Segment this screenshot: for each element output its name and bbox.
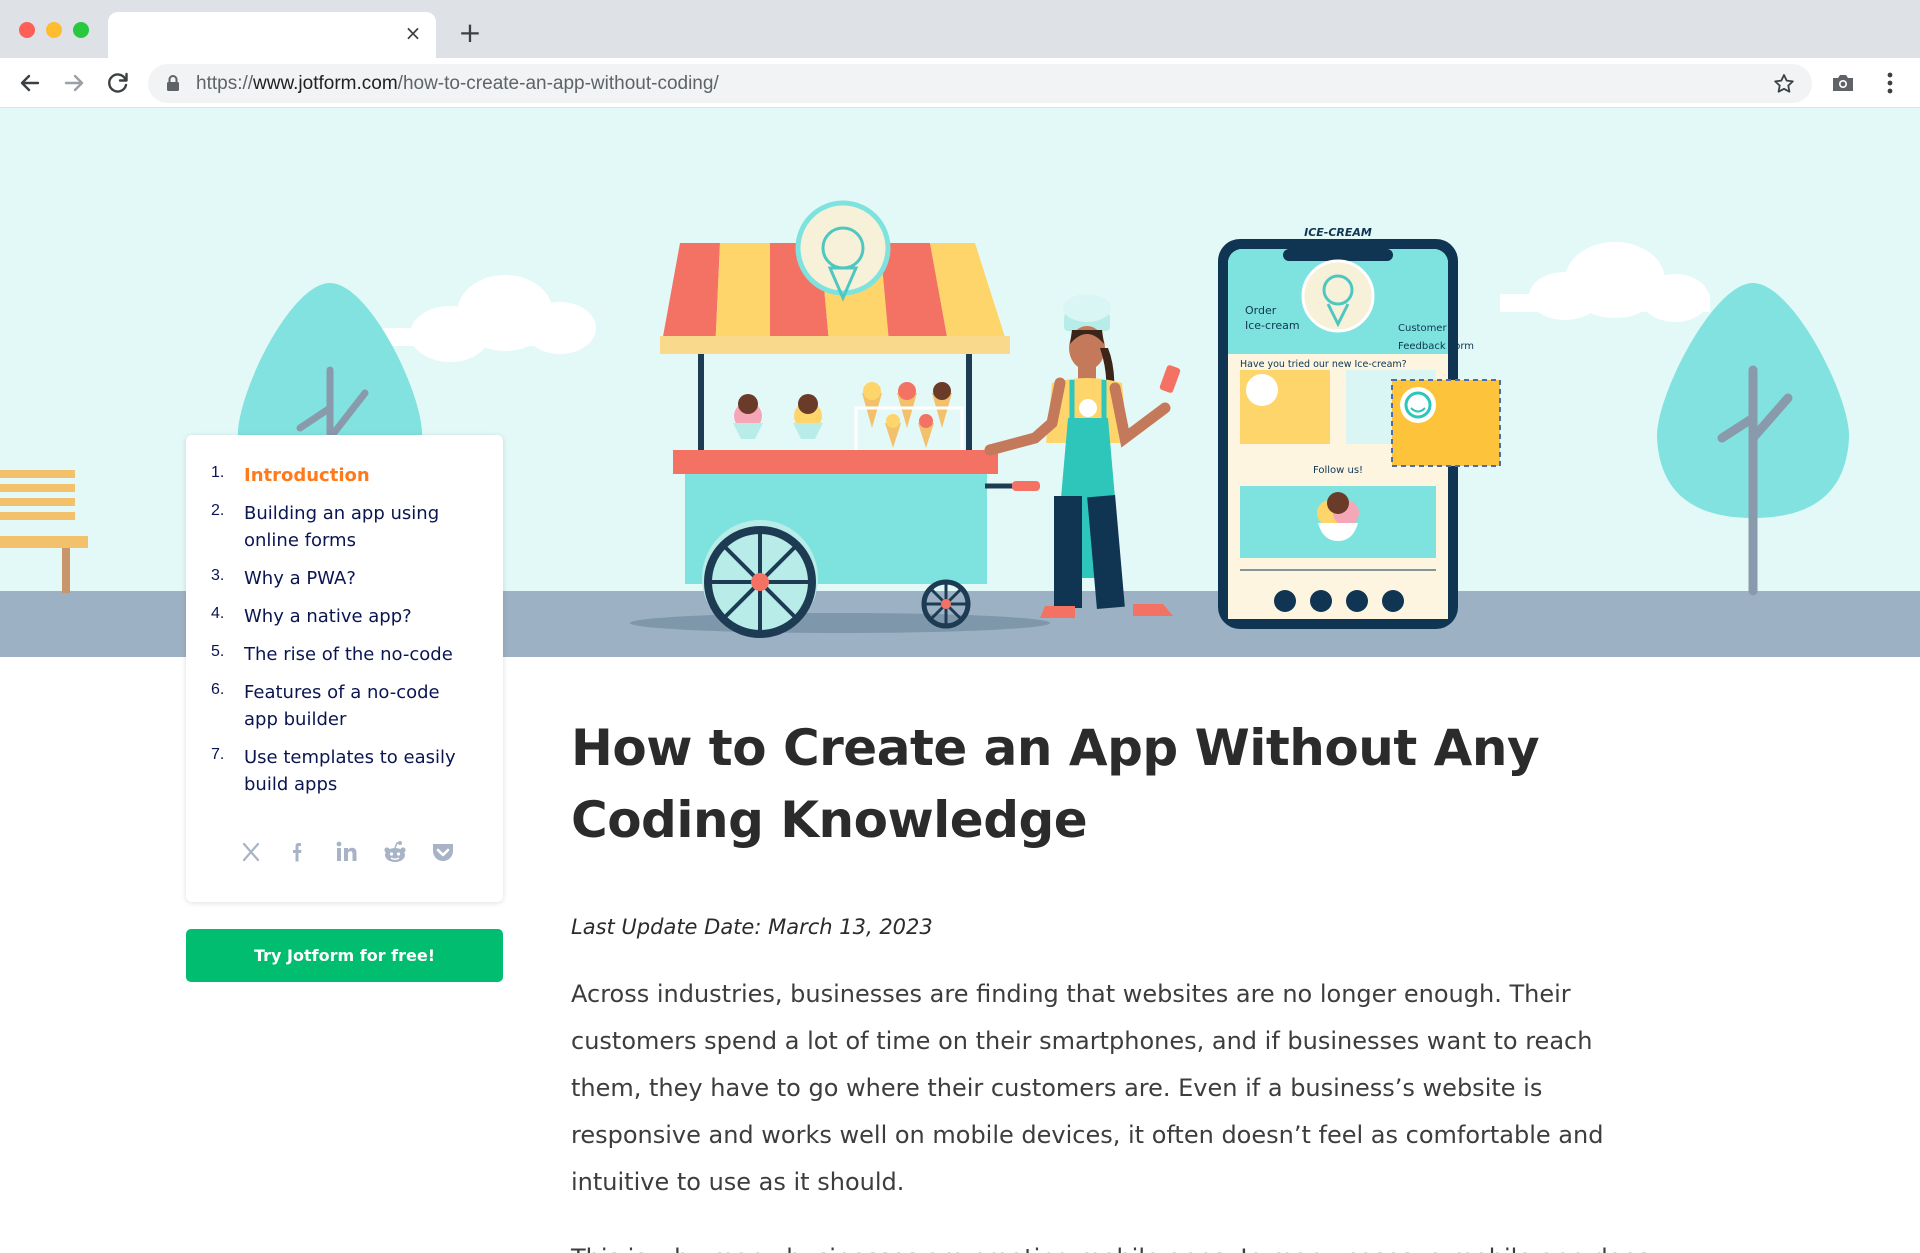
browser-chrome: × + https://www.jotform.com/how-to-creat… bbox=[0, 0, 1920, 108]
phone-brand-label: ICE-CREAM bbox=[1304, 226, 1372, 239]
linkedin-icon[interactable] bbox=[332, 837, 362, 867]
toc-item-building-app[interactable]: 2. Building an app using online forms bbox=[186, 500, 503, 554]
x-icon[interactable] bbox=[236, 837, 266, 867]
minimize-window-button[interactable] bbox=[46, 22, 62, 38]
camera-icon[interactable] bbox=[1830, 71, 1856, 95]
phone-mockup bbox=[1218, 239, 1501, 629]
toc-item-introduction[interactable]: 1. Introduction bbox=[186, 462, 503, 489]
new-tab-button[interactable]: + bbox=[456, 19, 484, 47]
browser-tab[interactable]: × bbox=[108, 12, 436, 58]
cart-awning bbox=[660, 200, 1010, 354]
cart-wheel-big bbox=[702, 520, 818, 638]
display-ice-creams bbox=[733, 382, 964, 456]
share-bar bbox=[236, 837, 476, 869]
cloud-left bbox=[370, 275, 596, 362]
bookmark-star-icon[interactable] bbox=[1772, 72, 1796, 96]
toc-item-templates[interactable]: 7. Use templates to easily build apps bbox=[186, 744, 503, 798]
article-paragraph: This is why many businesses are creating… bbox=[571, 1235, 1651, 1253]
reload-icon[interactable] bbox=[101, 66, 135, 100]
last-update-date: Last Update Date: March 13, 2023 bbox=[571, 915, 933, 939]
tab-close-icon[interactable]: × bbox=[402, 22, 424, 44]
phone-order-card: Order Ice-cream bbox=[1245, 304, 1300, 332]
close-window-button[interactable] bbox=[19, 22, 35, 38]
url-text: https://www.jotform.com/how-to-create-an… bbox=[196, 73, 719, 94]
menu-kebab-icon[interactable] bbox=[1878, 69, 1902, 97]
cart-wheel-small bbox=[921, 579, 971, 629]
article-title: How to Create an App Without Any Coding … bbox=[571, 719, 1540, 849]
toc-item-why-native[interactable]: 4. Why a native app? bbox=[186, 603, 503, 630]
lock-icon bbox=[167, 75, 179, 91]
table-of-contents: 1. Introduction 2. Building an app using… bbox=[186, 435, 503, 902]
article: How to Create an App Without Any Coding … bbox=[571, 712, 1681, 1253]
back-icon[interactable] bbox=[13, 66, 47, 100]
toc-item-why-pwa[interactable]: 3. Why a PWA? bbox=[186, 565, 503, 592]
bench bbox=[0, 470, 88, 593]
phone-question: Have you tried our new Ice-cream? bbox=[1240, 359, 1407, 370]
forward-icon[interactable] bbox=[57, 66, 91, 100]
toc-item-features[interactable]: 6. Features of a no-code app builder bbox=[186, 679, 503, 733]
maximize-window-button[interactable] bbox=[73, 22, 89, 38]
vendor-person bbox=[984, 294, 1181, 618]
browser-toolbar: https://www.jotform.com/how-to-create-an… bbox=[0, 58, 1920, 108]
reddit-icon[interactable] bbox=[380, 837, 410, 867]
toc-item-rise-no-code[interactable]: 5. The rise of the no-code bbox=[186, 641, 503, 668]
try-jotform-button[interactable]: Try Jotform for free! bbox=[186, 929, 503, 982]
address-bar[interactable]: https://www.jotform.com/how-to-create-an… bbox=[148, 64, 1812, 103]
pocket-icon[interactable] bbox=[428, 837, 458, 867]
facebook-icon[interactable] bbox=[284, 837, 314, 867]
cart-counter bbox=[673, 450, 998, 474]
phone-feedback-card: Customer Feedback Form bbox=[1398, 323, 1474, 352]
phone-follow-label: Follow us! bbox=[1312, 465, 1364, 476]
article-paragraph: Across industries, businesses are findin… bbox=[571, 980, 1604, 1196]
tree-right bbox=[1656, 283, 1850, 596]
cloud-right bbox=[1500, 242, 1710, 322]
